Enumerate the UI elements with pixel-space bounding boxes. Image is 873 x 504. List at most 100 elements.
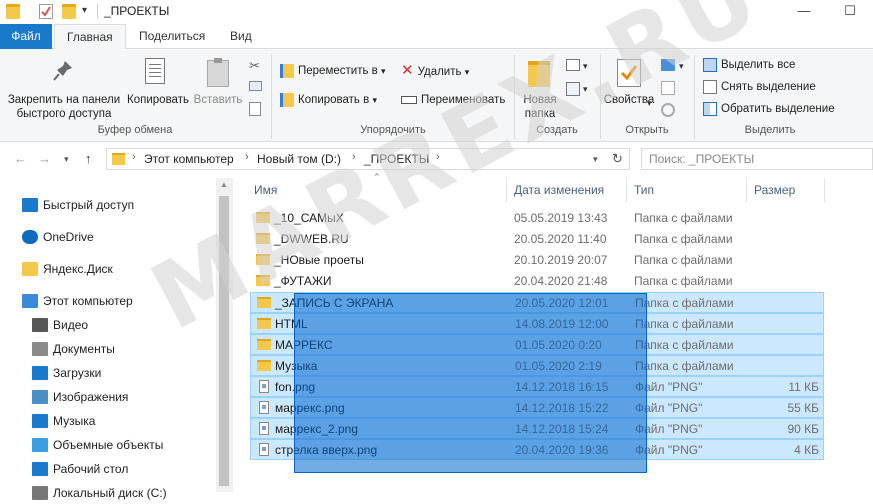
- recent-locations-chevron-icon[interactable]: ▾: [64, 154, 69, 165]
- select-none-icon: [703, 79, 717, 94]
- select-none-label: Снять выделение: [721, 81, 816, 93]
- column-divider[interactable]: [506, 178, 507, 202]
- breadcrumb-projects[interactable]: _ПРОЕКТЫ: [364, 152, 429, 166]
- file-type: Папка с файлами: [635, 359, 734, 373]
- search-input[interactable]: Поиск: _ПРОЕКТЫ: [649, 152, 754, 166]
- new-folder-label-line1: Новая: [523, 94, 557, 106]
- table-row[interactable]: _НОвые проеты 20.10.2019 20:07 Папка с фай…: [250, 250, 824, 271]
- column-divider[interactable]: [746, 178, 747, 202]
- rename-icon: [401, 95, 417, 104]
- copy-button[interactable]: Копировать: [124, 93, 192, 107]
- back-arrow-icon[interactable]: ←: [14, 151, 27, 166]
- maximize-button[interactable]: ☐: [827, 0, 873, 24]
- up-arrow-icon[interactable]: ↑: [85, 151, 92, 166]
- tab-home[interactable]: Главная: [54, 24, 126, 50]
- new-folder-icon: [528, 61, 550, 87]
- navigation-pane-scroll-thumb[interactable]: [219, 196, 229, 486]
- music-icon: [32, 414, 48, 428]
- breadcrumb-drive[interactable]: Новый том (D:): [257, 152, 341, 166]
- scroll-up-arrow-icon[interactable]: ▲: [220, 180, 228, 189]
- sidebar-item-computer[interactable]: Этот компьютер: [22, 290, 133, 312]
- new-item-icon[interactable]: [566, 59, 580, 71]
- folder-icon: [22, 262, 38, 276]
- rename-button[interactable]: Переименовать: [401, 90, 505, 110]
- minimize-button[interactable]: —: [781, 0, 827, 24]
- sidebar-item-cloud[interactable]: OneDrive: [22, 226, 94, 248]
- sidebar-item-3d-objects[interactable]: Объемные объекты: [32, 434, 163, 456]
- delete-button[interactable]: ✕ Удалить ▾: [401, 61, 469, 81]
- sidebar-item-video[interactable]: Видео: [32, 314, 88, 336]
- column-header-date[interactable]: Дата изменения: [514, 183, 604, 197]
- address-bar[interactable]: › Этот компьютер › Новый том (D:) › _ПРО…: [106, 148, 630, 170]
- documents-icon: [32, 342, 48, 356]
- column-header-name[interactable]: Имя: [254, 183, 277, 197]
- easy-access-icon[interactable]: [566, 82, 580, 96]
- paste-button[interactable]: Вставить: [192, 93, 244, 107]
- open-icon[interactable]: [661, 59, 675, 71]
- file-type: Папка с файлами: [635, 338, 734, 352]
- folder-icon: [257, 360, 271, 371]
- sidebar-item-documents[interactable]: Документы: [32, 338, 115, 360]
- sidebar-item-label: Этот компьютер: [43, 294, 133, 308]
- sidebar-item-pictures[interactable]: Изображения: [32, 386, 128, 408]
- navigation-pane: Быстрый доступ OneDrive Яндекс.Диск Этот ко…: [0, 178, 232, 500]
- column-header-size[interactable]: Размер: [754, 183, 795, 197]
- breadcrumb-chevron-icon[interactable]: ›: [352, 151, 356, 163]
- file-type: Папка с файлами: [634, 274, 733, 288]
- table-row[interactable]: _DWWEB.RU 20.05.2020 11:40 Папка с файлами: [250, 229, 824, 250]
- table-row[interactable]: _10_САМыХ 05.05.2019 13:43 Папка с файлами: [250, 208, 824, 229]
- copy-path-icon[interactable]: [249, 81, 262, 91]
- sidebar-item-desktop[interactable]: Рабочий стол: [32, 458, 128, 480]
- column-header-type[interactable]: Тип: [634, 183, 654, 197]
- copy-to-icon: [280, 92, 294, 107]
- sidebar-item-label: Локальный диск (C:): [53, 486, 167, 500]
- new-folder-quick-icon[interactable]: [62, 4, 76, 19]
- paste-shortcut-icon[interactable]: [249, 102, 261, 116]
- sidebar-item-drive[interactable]: Локальный диск (C:): [32, 482, 167, 504]
- move-to-button[interactable]: Переместить в ▾: [280, 61, 386, 81]
- new-folder-button[interactable]: Новая папка: [516, 93, 564, 121]
- properties-quick-icon[interactable]: [39, 4, 53, 19]
- 3d-objects-icon: [32, 438, 48, 452]
- folder-icon: [257, 297, 271, 308]
- image-file-icon: [259, 443, 269, 456]
- invert-selection-button[interactable]: Обратить выделение: [703, 99, 835, 119]
- image-file-icon: [259, 380, 269, 393]
- tab-file[interactable]: Файл: [0, 24, 52, 49]
- cut-icon[interactable]: ✂: [249, 58, 260, 74]
- sidebar-item-star[interactable]: Быстрый доступ: [22, 194, 134, 216]
- chevron-down-icon[interactable]: ▾: [679, 61, 684, 72]
- pin-quick-access-button[interactable]: Закрепить на панели быстрого доступа: [4, 93, 124, 121]
- select-all-button[interactable]: Выделить все: [703, 55, 795, 75]
- sidebar-item-download[interactable]: Загрузки: [32, 362, 101, 384]
- tab-view[interactable]: Вид: [218, 24, 264, 49]
- chevron-down-icon[interactable]: ▾: [583, 84, 588, 95]
- table-row[interactable]: _ФУТАЖИ 20.04.2020 21:48 Папка с файлами: [250, 271, 824, 292]
- breadcrumb-this-pc[interactable]: Этот компьютер: [144, 152, 234, 166]
- forward-arrow-icon[interactable]: →: [38, 151, 51, 166]
- refresh-icon[interactable]: ↻: [612, 151, 623, 167]
- tab-share[interactable]: Поделиться: [127, 24, 217, 49]
- download-icon: [32, 366, 48, 380]
- properties-icon: [617, 59, 641, 87]
- breadcrumb-chevron-icon[interactable]: ›: [436, 151, 440, 163]
- breadcrumb-chevron-icon[interactable]: ›: [132, 151, 136, 163]
- column-divider[interactable]: [626, 178, 627, 202]
- folder-icon: [256, 254, 270, 265]
- edit-icon[interactable]: [661, 81, 675, 95]
- folder-icon: [257, 339, 271, 350]
- chevron-down-icon[interactable]: ▾: [583, 61, 588, 72]
- select-none-button[interactable]: Снять выделение: [703, 77, 816, 97]
- sidebar-item-folder[interactable]: Яндекс.Диск: [22, 258, 113, 280]
- chevron-down-icon: ▾: [380, 66, 386, 76]
- history-icon[interactable]: [661, 103, 675, 117]
- file-type: Папка с файлами: [635, 317, 734, 331]
- column-divider[interactable]: [824, 178, 825, 202]
- address-history-chevron-icon[interactable]: ▾: [593, 154, 598, 165]
- sidebar-item-music[interactable]: Музыка: [32, 410, 95, 432]
- breadcrumb-chevron-icon[interactable]: ›: [245, 151, 249, 163]
- copy-to-button[interactable]: Копировать в ▾: [280, 90, 377, 110]
- customize-quick-access-icon[interactable]: ▾: [82, 5, 87, 16]
- chevron-down-icon[interactable]: ▾: [647, 98, 652, 109]
- search-box[interactable]: Поиск: _ПРОЕКТЫ: [641, 148, 873, 170]
